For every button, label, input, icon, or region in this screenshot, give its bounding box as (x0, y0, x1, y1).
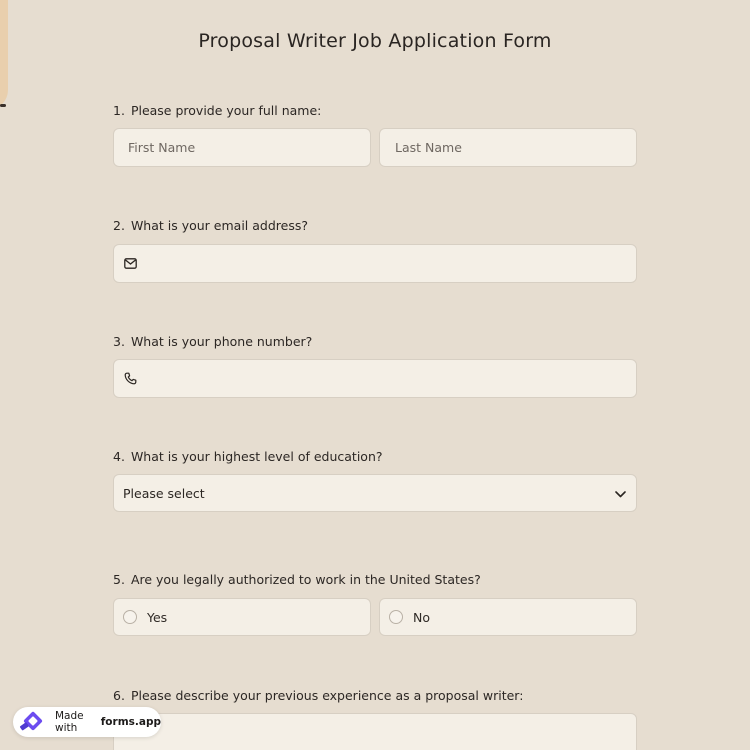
question-number: 6. (113, 688, 125, 703)
radio-button[interactable] (123, 610, 137, 624)
question-4-label: 4. What is your highest level of educatio… (113, 449, 383, 464)
question-text: Please describe your previous experience… (130, 688, 524, 703)
radio-option-label: No (413, 609, 430, 625)
experience-textarea[interactable] (113, 713, 637, 750)
question-number: 4. (113, 449, 125, 464)
form-page: Proposal Writer Job Application Form 1. P… (0, 0, 750, 750)
last-name-placeholder: Last Name (395, 140, 462, 155)
radio-option-no[interactable]: No (379, 598, 637, 636)
question-text: What is your highest level of education? (130, 449, 383, 464)
question-5-label: 5. Are you legally authorized to work in … (113, 572, 481, 587)
first-name-field[interactable]: First Name (113, 128, 371, 167)
education-select-value: Please select (123, 485, 205, 501)
question-text: What is your email address? (130, 218, 308, 233)
envelope-icon (123, 257, 137, 271)
email-field[interactable] (113, 244, 637, 283)
first-name-placeholder: First Name (128, 140, 196, 155)
question-number: 5. (113, 572, 125, 587)
last-name-field[interactable]: Last Name (379, 128, 637, 167)
radio-button[interactable] (389, 610, 403, 624)
phone-icon (123, 372, 137, 386)
question-number: 1. (113, 103, 125, 118)
education-select[interactable]: Please select (113, 474, 637, 512)
forms-app-logo-icon (19, 711, 49, 733)
question-2-label: 2. What is your email address? (113, 218, 308, 233)
badge-text: Made with (55, 710, 84, 734)
decorative-stroke (0, 104, 6, 107)
question-3-label: 3. What is your phone number? (113, 334, 312, 349)
question-number: 3. (113, 334, 125, 349)
question-text: Please provide your full name: (130, 103, 322, 118)
chevron-down-icon (615, 486, 626, 501)
question-1-label: 1. Please provide your full name: (113, 103, 321, 118)
decorative-shape (0, 0, 8, 110)
made-with-badge[interactable]: Made with forms.app (13, 707, 161, 737)
badge-brand: forms.app (100, 716, 161, 728)
phone-field[interactable] (113, 359, 637, 398)
form-title: Proposal Writer Job Application Form (198, 30, 552, 52)
question-text: What is your phone number? (130, 334, 313, 349)
question-number: 2. (113, 218, 125, 233)
radio-option-label: Yes (147, 609, 168, 625)
question-6-label: 6. Please describe your previous experien… (113, 688, 523, 703)
radio-option-yes[interactable]: Yes (113, 598, 371, 636)
question-text: Are you legally authorized to work in th… (130, 572, 481, 587)
